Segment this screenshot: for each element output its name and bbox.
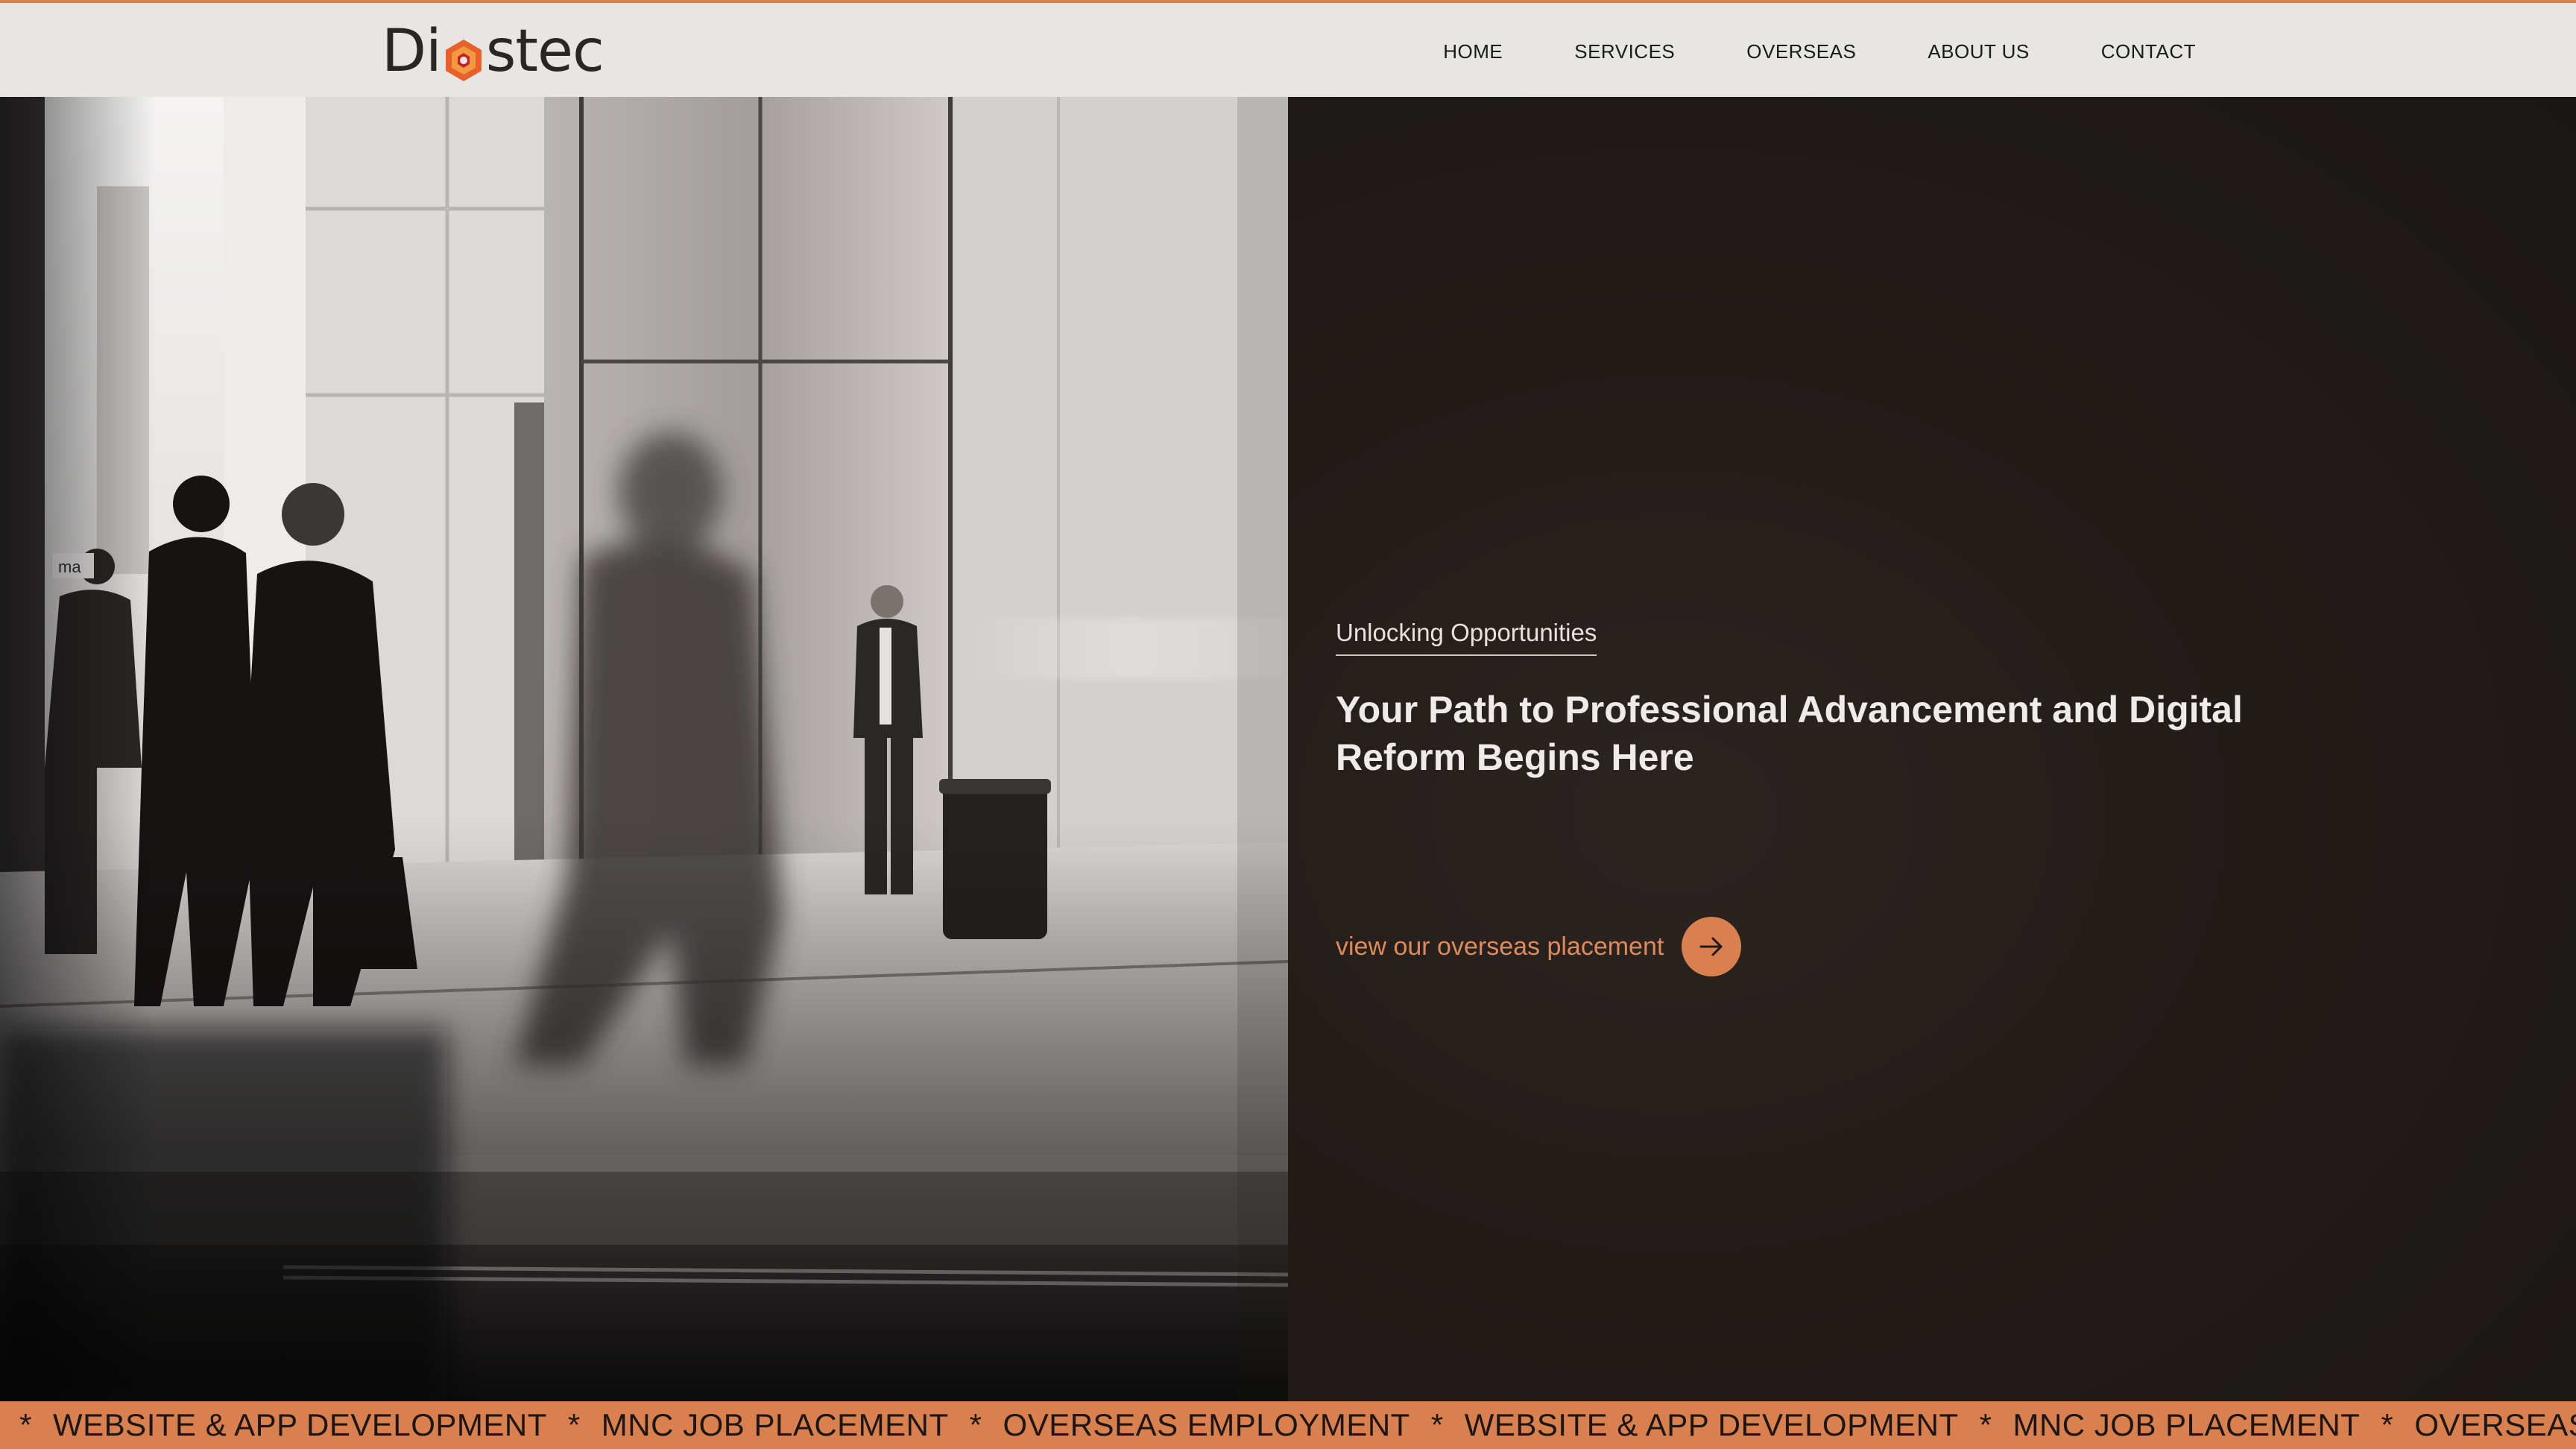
hero-content: Unlocking Opportunities Your Path to Pro… — [1288, 97, 2576, 1401]
marquee-item: OVERSEAS EMPLOYMENT — [2414, 1407, 2576, 1442]
marquee-separator: * — [567, 1407, 581, 1442]
nav-services[interactable]: SERVICES — [1574, 40, 1675, 63]
site-header: Di stec HOME SERVICES OVERSEAS ABOUT US … — [0, 0, 2576, 97]
marquee-separator: * — [1430, 1407, 1444, 1442]
nav-contact[interactable]: CONTACT — [2101, 40, 2196, 63]
page: Di stec HOME SERVICES OVERSEAS ABOUT US … — [0, 0, 2576, 1449]
nav-home[interactable]: HOME — [1443, 40, 1503, 63]
marquee-separator: * — [2381, 1407, 2394, 1442]
nav-overseas[interactable]: OVERSEAS — [1746, 40, 1856, 63]
marquee-item: WEBSITE & APP DEVELOPMENT — [53, 1407, 547, 1442]
marquee-item: OVERSEAS EMPLOYMENT — [1003, 1407, 1410, 1442]
overseas-placement-cta[interactable]: view our overseas placement — [1336, 917, 1742, 976]
logo-text-prefix: Di — [382, 18, 442, 85]
marquee-item: MNC JOB PLACEMENT — [601, 1407, 949, 1442]
main-nav: HOME SERVICES OVERSEAS ABOUT US CONTACT — [1443, 3, 2196, 100]
nav-about-us[interactable]: ABOUT US — [1928, 40, 2029, 63]
hero-photo: ma — [0, 97, 1288, 1401]
marquee-item: MNC JOB PLACEMENT — [2012, 1407, 2361, 1442]
site-logo[interactable]: Di stec — [382, 18, 604, 85]
marquee-item: WEBSITE & APP DEVELOPMENT — [1464, 1407, 1959, 1442]
arrow-right-icon[interactable] — [1682, 917, 1742, 976]
services-marquee: T * WEBSITE & APP DEVELOPMENT * MNC JOB … — [0, 1401, 2576, 1449]
marquee-separator: * — [1979, 1407, 1992, 1442]
marquee-separator: * — [969, 1407, 982, 1442]
hero-eyebrow: Unlocking Opportunities — [1336, 619, 1597, 656]
marquee-separator: * — [19, 1407, 33, 1442]
marquee-track: T * WEBSITE & APP DEVELOPMENT * MNC JOB … — [0, 1401, 2576, 1449]
cta-label[interactable]: view our overseas placement — [1336, 932, 1664, 962]
hexagon-logo-icon — [443, 31, 484, 81]
logo-text-suffix: stec — [485, 18, 604, 85]
hero-headline: Your Path to Professional Advancement an… — [1336, 689, 2243, 778]
